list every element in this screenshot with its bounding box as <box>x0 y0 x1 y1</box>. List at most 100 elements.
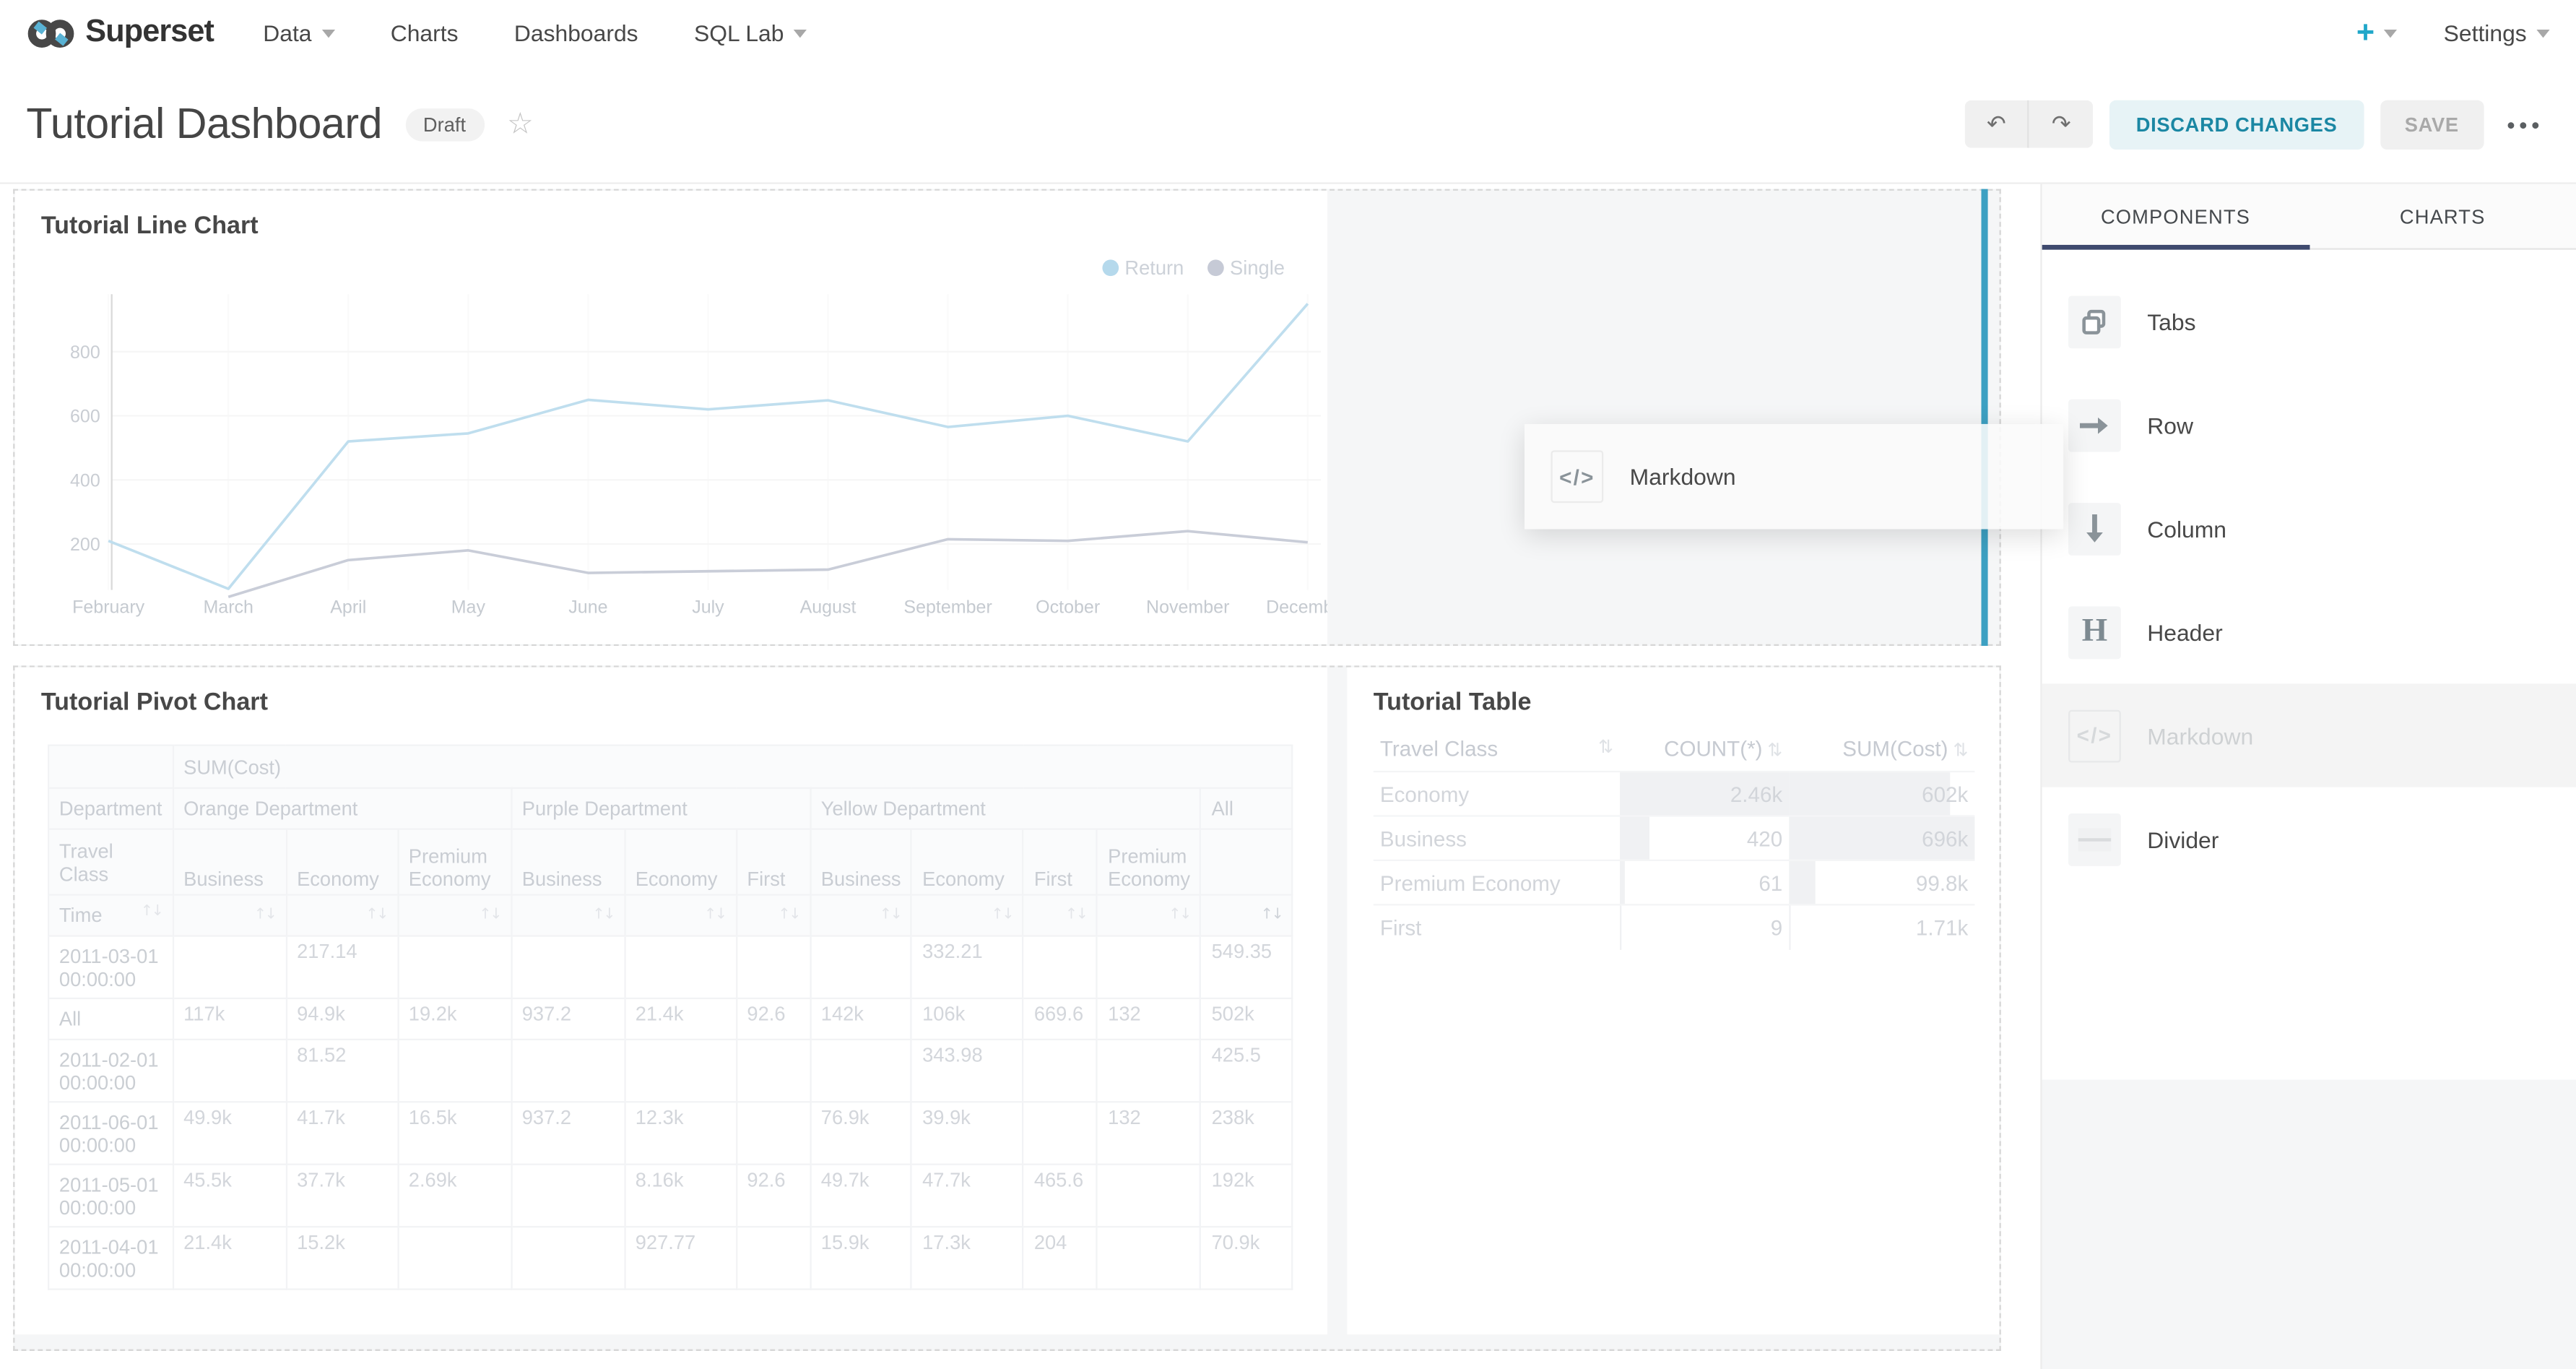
save-button[interactable]: SAVE <box>2380 100 2484 149</box>
svg-text:200: 200 <box>70 535 100 555</box>
nav-menu: Data Charts Dashboards SQL Lab <box>263 20 807 46</box>
plus-icon: + <box>2356 17 2375 48</box>
svg-text:September: September <box>903 597 992 618</box>
pivot-sort-col[interactable]: ↑↓ <box>911 895 1023 936</box>
page-title[interactable]: Tutorial Dashboard <box>26 98 382 150</box>
superset-logo[interactable]: Superset <box>26 14 214 51</box>
pivot-row: 2011-06-01 00:00:0049.9k41.7k16.5k937.21… <box>48 1102 1293 1164</box>
pivot-sort-col[interactable]: ↑↓ <box>398 895 511 936</box>
sidebar-item-header[interactable]: HHeader <box>2042 580 2576 683</box>
drag-card-label: Markdown <box>1630 464 1736 490</box>
pivot-col-group: Yellow Department <box>810 788 1201 829</box>
sidebar-item-markdown[interactable]: </>Markdown <box>2042 683 2576 787</box>
pivot-cell: 41.7k <box>286 1102 398 1164</box>
dashboard-row-1: Tutorial Line Chart ReturnSingle 2004006… <box>13 189 2001 646</box>
nav-item-sql-lab[interactable]: SQL Lab <box>694 20 807 46</box>
pivot-sort-col[interactable]: ↑↓ <box>737 895 810 936</box>
cell-travel-class: Premium Economy <box>1374 860 1620 904</box>
builder-sidebar: COMPONENTS CHARTS TabsRow Column HHeader</… <box>2040 184 2576 1369</box>
new-item-button[interactable]: + <box>2356 17 2398 48</box>
pivot-col-group: Purple Department <box>511 788 810 829</box>
pivot-col-header: Business <box>511 829 625 895</box>
pivot-col-header: First <box>737 829 810 895</box>
svg-text:600: 600 <box>70 407 100 427</box>
dashboard-grid: Tutorial Line Chart ReturnSingle 2004006… <box>0 184 2040 1369</box>
pivot-cell <box>625 936 737 998</box>
pivot-chart-card[interactable]: Tutorial Pivot Chart SUM(Cost)Department… <box>14 668 1327 1335</box>
settings-menu[interactable]: Settings <box>2444 20 2550 46</box>
tab-components[interactable]: COMPONENTS <box>2042 184 2310 249</box>
line-chart-card[interactable]: Tutorial Line Chart ReturnSingle 2004006… <box>14 191 1327 644</box>
pivot-cell: 465.6 <box>1023 1165 1097 1227</box>
pivot-col-group: All <box>1201 788 1293 829</box>
favorite-star-icon[interactable]: ☆ <box>507 107 534 142</box>
sidebar-item-tabs[interactable]: Tabs <box>2042 269 2576 373</box>
pivot-cell: 15.9k <box>810 1227 911 1289</box>
pivot-cell: 37.7k <box>286 1165 398 1227</box>
svg-text:December: December <box>1266 597 1327 618</box>
redo-button[interactable]: ↷ <box>2029 100 2094 148</box>
pivot-sort-col[interactable]: ↑↓ <box>625 895 737 936</box>
pivot-col-header: First <box>1023 829 1097 895</box>
pivot-cell <box>173 1040 286 1102</box>
pivot-col-group: Orange Department <box>173 788 511 829</box>
cell-sum: 1.71k <box>1789 904 1974 949</box>
undo-button[interactable]: ↶ <box>1965 100 2029 148</box>
caret-down-icon <box>2536 29 2549 37</box>
table-row[interactable]: Premium Economy6199.8k <box>1374 860 1975 904</box>
nav-item-data[interactable]: Data <box>263 20 334 46</box>
pivot-sort-col[interactable]: ↑↓ <box>511 895 625 936</box>
pivot-row-label: 2011-03-01 00:00:00 <box>48 936 173 998</box>
sidebar-item-column[interactable]: Column <box>2042 477 2576 580</box>
pivot-sort-col[interactable]: ↑↓ <box>286 895 398 936</box>
cell-count: 420 <box>1620 816 1789 860</box>
svg-text:October: October <box>1036 597 1100 618</box>
pivot-cell <box>398 936 511 998</box>
discard-changes-button[interactable]: DISCARD CHANGES <box>2109 100 2364 149</box>
pivot-cell: 937.2 <box>511 998 625 1040</box>
table-chart-card[interactable]: Tutorial Table Travel Class⇅COUNT(*)⇅SUM… <box>1347 668 1999 1335</box>
nav-item-dashboards[interactable]: Dashboards <box>514 20 638 46</box>
pivot-sort-col[interactable]: ↑↓ <box>173 895 286 936</box>
svg-text:August: August <box>800 597 857 618</box>
pivot-corner-department: Department <box>48 788 173 829</box>
pivot-sort-col[interactable]: ↑↓ <box>810 895 911 936</box>
svg-text:800: 800 <box>70 342 100 363</box>
pivot-cell <box>737 1102 810 1164</box>
sidebar-item-row[interactable]: Row <box>2042 373 2576 476</box>
cell-travel-class: Business <box>1374 816 1620 860</box>
sidebar-item-divider[interactable]: Divider <box>2042 787 2576 891</box>
col-header-sum[interactable]: SUM(Cost)⇅ <box>1789 730 1974 772</box>
tab-charts[interactable]: CHARTS <box>2309 184 2576 249</box>
pivot-cell: 502k <box>1201 998 1293 1040</box>
pivot-cell: 927.77 <box>625 1227 737 1289</box>
pivot-cell <box>1023 936 1097 998</box>
pivot-sort-col[interactable]: ↑↓ <box>1097 895 1200 936</box>
svg-text:April: April <box>330 597 366 618</box>
table-row[interactable]: First91.71k <box>1374 904 1975 949</box>
chart-title: Tutorial Table <box>1374 688 1532 717</box>
pivot-row-label: 2011-06-01 00:00:00 <box>48 1102 173 1164</box>
pivot-cell: 21.4k <box>173 1227 286 1289</box>
sidebar-item-label: Header <box>2147 618 2222 644</box>
col-header-count[interactable]: COUNT(*)⇅ <box>1620 730 1789 772</box>
table-row[interactable]: Economy2.46k602k <box>1374 772 1975 816</box>
pivot-sort-col[interactable]: ↑↓ <box>1201 895 1293 936</box>
sidebar-item-label: Column <box>2147 515 2226 541</box>
table-row[interactable]: Business420696k <box>1374 816 1975 860</box>
pivot-sort-col[interactable]: ↑↓ <box>1023 895 1097 936</box>
pivot-cell <box>737 1227 810 1289</box>
caret-down-icon <box>794 29 807 37</box>
svg-text:May: May <box>451 597 486 618</box>
pivot-cell: 15.2k <box>286 1227 398 1289</box>
pivot-cell <box>511 1227 625 1289</box>
divider-icon <box>2068 813 2121 865</box>
pivot-row-label: 2011-05-01 00:00:00 <box>48 1165 173 1227</box>
pivot-sort-time[interactable]: Time↑↓ <box>48 895 173 936</box>
more-menu-button[interactable]: ●●● <box>2507 116 2544 132</box>
dragged-markdown-card[interactable]: </> Markdown <box>1525 424 2063 530</box>
pivot-col-header: Premium Economy <box>1097 829 1200 895</box>
nav-item-charts[interactable]: Charts <box>391 20 459 46</box>
pivot-cell <box>1023 1040 1097 1102</box>
col-header-travel-class[interactable]: Travel Class⇅ <box>1374 730 1620 772</box>
